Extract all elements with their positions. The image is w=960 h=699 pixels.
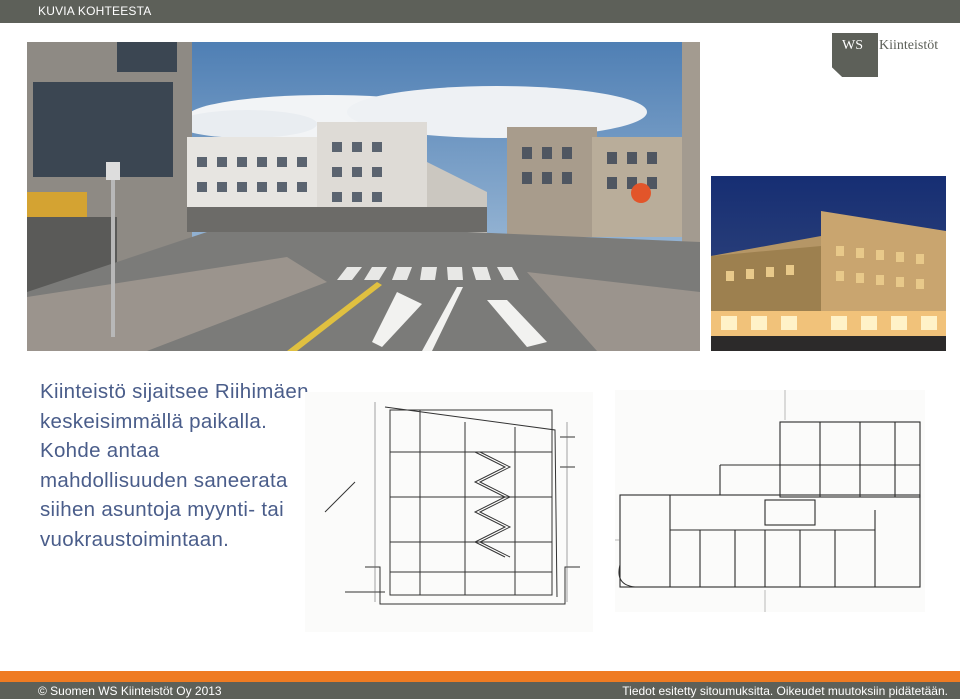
property-description: Kiinteistö sijaitsee Riihimäen keskeisim… [40, 380, 309, 551]
floor-plan-drawing [615, 390, 925, 612]
logo-name: Kiinteistöt [879, 38, 939, 53]
section-drawing [305, 392, 593, 632]
footer-accent-stripe [0, 671, 960, 682]
logo-mark: WS [842, 38, 863, 53]
footer-disclaimer: Tiedot esitetty sitoumuksitta. Oikeudet … [622, 684, 948, 698]
night-building-photo [711, 176, 946, 351]
street-view-photo [27, 42, 700, 351]
footer-copyright: © Suomen WS Kiinteistöt Oy 2013 [38, 684, 222, 698]
page-title: KUVIA KOHTEESTA [38, 4, 152, 18]
footer-bar: © Suomen WS Kiinteistöt Oy 2013 Tiedot e… [0, 682, 960, 699]
header-bar: KUVIA KOHTEESTA [0, 0, 960, 23]
company-logo: WS Kiinteistöt [832, 33, 950, 77]
